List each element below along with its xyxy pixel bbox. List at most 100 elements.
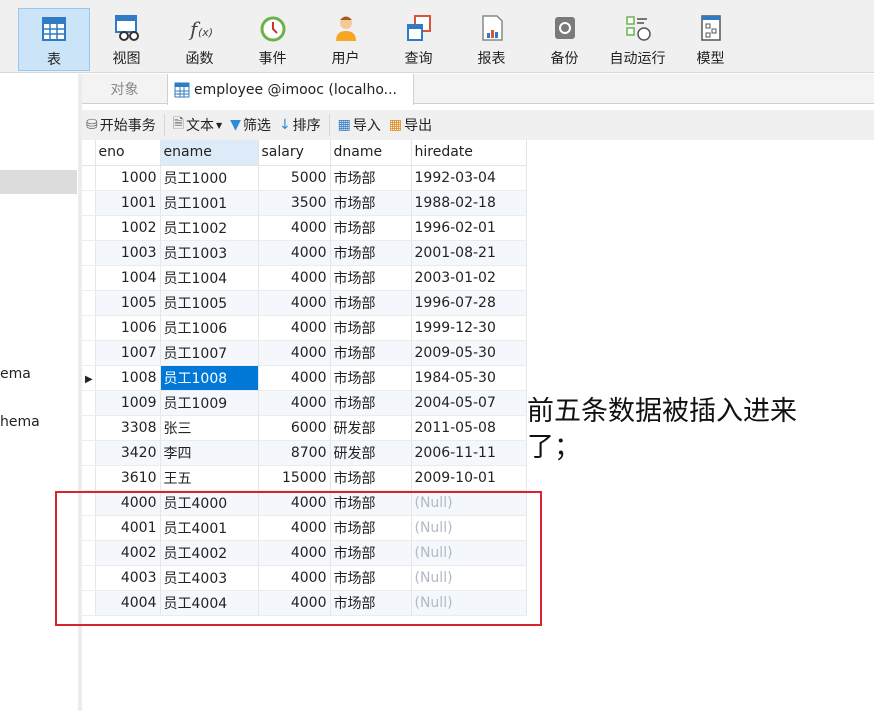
table-row[interactable]: 1000 员工1000 5000 市场部 1992-03-04 bbox=[82, 165, 527, 191]
cell-hiredate[interactable]: 1996-02-01 bbox=[411, 215, 527, 241]
cell-hiredate[interactable]: 1988-02-18 bbox=[411, 190, 527, 216]
column-header-eno[interactable]: eno bbox=[95, 140, 161, 166]
cell-eno[interactable]: 3610 bbox=[95, 465, 161, 491]
cell-salary[interactable]: 4000 bbox=[258, 315, 331, 341]
cell-salary[interactable]: 5000 bbox=[258, 165, 331, 191]
table-row[interactable]: 1003 员工1003 4000 市场部 2001-08-21 bbox=[82, 240, 527, 266]
cell-ename[interactable]: 王五 bbox=[160, 465, 259, 491]
ribbon-button-report[interactable]: 报表 bbox=[455, 8, 528, 71]
ribbon-button-table[interactable]: 表 bbox=[18, 8, 90, 71]
cell-salary[interactable]: 3500 bbox=[258, 190, 331, 216]
table-row[interactable]: 1002 员工1002 4000 市场部 1996-02-01 bbox=[82, 215, 527, 241]
cell-ename[interactable]: 员工1002 bbox=[160, 215, 259, 241]
cell-salary[interactable]: 4000 bbox=[258, 265, 331, 291]
text-button[interactable]: 🗎 文本 ▼ bbox=[173, 113, 222, 137]
row-indicator[interactable] bbox=[82, 165, 96, 191]
cell-dname[interactable]: 市场部 bbox=[330, 465, 412, 491]
cell-ename[interactable]: 员工1001 bbox=[160, 190, 259, 216]
cell-dname[interactable]: 市场部 bbox=[330, 240, 412, 266]
cell-eno[interactable]: 1002 bbox=[95, 215, 161, 241]
row-indicator[interactable] bbox=[82, 340, 96, 366]
cell-eno[interactable]: 1000 bbox=[95, 165, 161, 191]
table-row[interactable]: 1007 员工1007 4000 市场部 2009-05-30 bbox=[82, 340, 527, 366]
cell-dname[interactable]: 市场部 bbox=[330, 390, 412, 416]
cell-dname[interactable]: 研发部 bbox=[330, 440, 412, 466]
cell-ename[interactable]: 员工1006 bbox=[160, 315, 259, 341]
nav-item-schema-1[interactable]: ema bbox=[0, 366, 31, 382]
tab-objects[interactable]: 对象 bbox=[82, 74, 167, 104]
cell-ename[interactable]: 员工1004 bbox=[160, 265, 259, 291]
cell-eno[interactable]: 1004 bbox=[95, 265, 161, 291]
cell-eno[interactable]: 1003 bbox=[95, 240, 161, 266]
table-row[interactable]: 3610 王五 15000 市场部 2009-10-01 bbox=[82, 465, 527, 491]
table-row[interactable]: ▶ 1008 员工1008 4000 市场部 1984-05-30 bbox=[82, 365, 527, 391]
cell-dname[interactable]: 市场部 bbox=[330, 290, 412, 316]
table-row[interactable]: 3308 张三 6000 研发部 2011-05-08 bbox=[82, 415, 527, 441]
cell-dname[interactable]: 研发部 bbox=[330, 415, 412, 441]
cell-ename[interactable]: 张三 bbox=[160, 415, 259, 441]
row-indicator[interactable] bbox=[82, 415, 96, 441]
cell-hiredate[interactable]: 1984-05-30 bbox=[411, 365, 527, 391]
row-indicator[interactable] bbox=[82, 315, 96, 341]
ribbon-button-automation[interactable]: 自动运行 bbox=[601, 8, 674, 71]
sort-button[interactable]: ↓ 排序 bbox=[279, 115, 321, 135]
cell-dname[interactable]: 市场部 bbox=[330, 315, 412, 341]
table-row[interactable]: 3420 李四 8700 研发部 2006-11-11 bbox=[82, 440, 527, 466]
row-indicator[interactable] bbox=[82, 440, 96, 466]
table-row[interactable]: 1009 员工1009 4000 市场部 2004-05-07 bbox=[82, 390, 527, 416]
row-indicator[interactable] bbox=[82, 390, 96, 416]
cell-ename[interactable]: 员工1003 bbox=[160, 240, 259, 266]
cell-ename[interactable]: 李四 bbox=[160, 440, 259, 466]
table-row[interactable]: 1005 员工1005 4000 市场部 1996-07-28 bbox=[82, 290, 527, 316]
row-indicator[interactable] bbox=[82, 290, 96, 316]
cell-dname[interactable]: 市场部 bbox=[330, 340, 412, 366]
cell-eno[interactable]: 1001 bbox=[95, 190, 161, 216]
cell-eno[interactable]: 1005 bbox=[95, 290, 161, 316]
cell-salary[interactable]: 15000 bbox=[258, 465, 331, 491]
row-indicator[interactable]: ▶ bbox=[82, 365, 96, 391]
cell-dname[interactable]: 市场部 bbox=[330, 365, 412, 391]
begin-transaction-button[interactable]: ⛁ 开始事务 bbox=[86, 115, 156, 135]
cell-eno[interactable]: 1008 bbox=[95, 365, 161, 391]
row-indicator[interactable] bbox=[82, 215, 96, 241]
cell-dname[interactable]: 市场部 bbox=[330, 215, 412, 241]
cell-hiredate[interactable]: 2011-05-08 bbox=[411, 415, 527, 441]
cell-eno[interactable]: 1006 bbox=[95, 315, 161, 341]
import-button[interactable]: ▦ 导入 bbox=[338, 115, 381, 135]
cell-ename[interactable]: 员工1009 bbox=[160, 390, 259, 416]
table-row[interactable]: 1006 员工1006 4000 市场部 1999-12-30 bbox=[82, 315, 527, 341]
export-button[interactable]: ▦ 导出 bbox=[389, 115, 432, 135]
cell-salary[interactable]: 4000 bbox=[258, 340, 331, 366]
row-indicator[interactable] bbox=[82, 240, 96, 266]
row-indicator[interactable] bbox=[82, 465, 96, 491]
column-header-salary[interactable]: salary bbox=[258, 140, 331, 166]
column-header-hiredate[interactable]: hiredate bbox=[411, 140, 527, 166]
cell-salary[interactable]: 4000 bbox=[258, 365, 331, 391]
cell-hiredate[interactable]: 2001-08-21 bbox=[411, 240, 527, 266]
row-indicator[interactable] bbox=[82, 265, 96, 291]
cell-hiredate[interactable]: 1996-07-28 bbox=[411, 290, 527, 316]
cell-dname[interactable]: 市场部 bbox=[330, 190, 412, 216]
nav-item-schema-2[interactable]: hema bbox=[0, 414, 40, 430]
ribbon-button-function[interactable]: f (x) 函数 bbox=[163, 8, 236, 71]
cell-hiredate[interactable]: 2004-05-07 bbox=[411, 390, 527, 416]
cell-eno[interactable]: 3308 bbox=[95, 415, 161, 441]
cell-salary[interactable]: 4000 bbox=[258, 240, 331, 266]
ribbon-button-backup[interactable]: 备份 bbox=[528, 8, 601, 71]
cell-eno[interactable]: 1007 bbox=[95, 340, 161, 366]
cell-hiredate[interactable]: 2006-11-11 bbox=[411, 440, 527, 466]
ribbon-button-view[interactable]: 视图 bbox=[90, 8, 163, 71]
cell-hiredate[interactable]: 1999-12-30 bbox=[411, 315, 527, 341]
cell-hiredate[interactable]: 2003-01-02 bbox=[411, 265, 527, 291]
cell-eno[interactable]: 1009 bbox=[95, 390, 161, 416]
ribbon-button-model[interactable]: 模型 bbox=[674, 8, 747, 71]
cell-ename[interactable]: 员工1008 bbox=[160, 365, 259, 391]
cell-dname[interactable]: 市场部 bbox=[330, 265, 412, 291]
cell-salary[interactable]: 4000 bbox=[258, 215, 331, 241]
cell-salary[interactable]: 4000 bbox=[258, 290, 331, 316]
cell-hiredate[interactable]: 1992-03-04 bbox=[411, 165, 527, 191]
cell-eno[interactable]: 3420 bbox=[95, 440, 161, 466]
ribbon-button-user[interactable]: 用户 bbox=[309, 8, 382, 71]
ribbon-button-query[interactable]: 查询 bbox=[382, 8, 455, 71]
ribbon-button-event-clock[interactable]: 事件 bbox=[236, 8, 309, 71]
